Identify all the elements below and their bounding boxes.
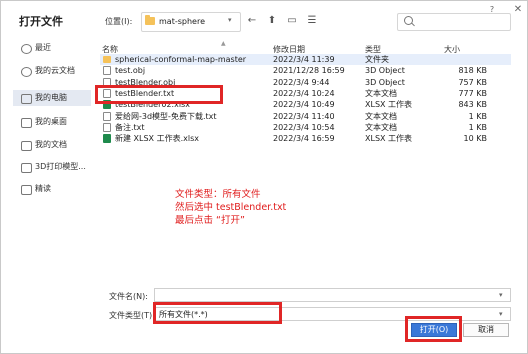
cancel-button[interactable]: 取消 <box>463 323 509 337</box>
file-date: 2022/3/4 11:40 <box>273 111 335 121</box>
location-label: 位置(I): <box>105 17 133 26</box>
file-name: 备注.txt <box>115 122 145 132</box>
annotation-highlight-file <box>95 85 223 104</box>
file-type: 文件夹 <box>365 55 389 64</box>
file-size: 818 KB <box>458 66 487 76</box>
file-date: 2022/3/4 10:49 <box>273 100 335 110</box>
file-size: 757 KB <box>458 77 487 87</box>
document-icon <box>21 141 32 151</box>
chevron-down-icon: ▾ <box>499 291 503 299</box>
computer-icon <box>21 94 32 104</box>
open-file-dialog: 打开文件 ? ✕ 位置(I): mat-sphere ▾ ← ⬆ ▭ ☰ 最近 … <box>0 0 528 354</box>
file-row[interactable]: spherical-conformal-map-master 2022/3/4 1… <box>100 54 511 65</box>
file-row[interactable]: 爱给网-3d模型-免费下载.txt 2022/3/4 11:40 文本文档 1 KB <box>100 111 511 122</box>
dialog-title: 打开文件 <box>19 15 63 28</box>
chevron-down-icon: ▾ <box>499 310 503 318</box>
folder-icon <box>103 56 111 63</box>
file-date: 2022/3/4 11:39 <box>273 55 335 64</box>
annotation-highlight-filetype <box>153 302 282 324</box>
search-icon <box>404 16 413 25</box>
sidebar-item-label: 我的桌面 <box>35 117 67 126</box>
folder-icon <box>145 15 155 25</box>
desktop-icon <box>21 118 32 128</box>
close-icon[interactable]: ✕ <box>511 3 525 17</box>
file-icon <box>103 122 111 132</box>
sidebar-item-label: 3D打印模型... <box>35 162 86 171</box>
file-date: 2022/3/4 10:54 <box>273 122 335 132</box>
sort-up-icon: ▲ <box>221 40 226 47</box>
filename-label: 文件名(N): <box>109 292 148 301</box>
annotation-line-1: 文件类型：所有文件 <box>175 189 261 200</box>
file-icon <box>103 111 111 121</box>
file-row[interactable]: 备注.txt 2022/3/4 10:54 文本文档 1 KB <box>100 122 511 133</box>
file-row[interactable]: test.obj 2021/12/28 16:59 3D Object 818 KB <box>100 65 511 76</box>
folder-icon <box>21 163 32 173</box>
folder-icon <box>21 185 32 195</box>
spreadsheet-icon <box>103 134 111 144</box>
file-name: 新建 XLSX 工作表.xlsx <box>115 134 199 144</box>
sidebar-item-desktop[interactable]: 我的桌面 <box>13 114 91 130</box>
file-name: 爱给网-3d模型-免费下载.txt <box>115 111 217 121</box>
sidebar-item-documents[interactable]: 我的文档 <box>13 137 91 153</box>
file-size: 843 KB <box>458 100 487 110</box>
file-size: 10 KB <box>463 134 487 144</box>
sidebar-item-label: 我的云文档 <box>35 66 75 75</box>
chevron-down-icon: ▾ <box>228 16 232 24</box>
file-type: 3D Object <box>365 66 405 76</box>
file-size: 1 KB <box>468 122 487 132</box>
file-type: 文本文档 <box>365 88 397 98</box>
search-input[interactable] <box>397 13 511 31</box>
new-folder-icon[interactable]: ▭ <box>285 14 299 28</box>
file-date: 2021/12/28 16:59 <box>273 66 345 76</box>
file-type: 文本文档 <box>365 122 397 132</box>
filename-field[interactable]: ▾ <box>154 288 511 302</box>
file-icon <box>103 66 111 76</box>
cloud-icon <box>21 67 32 77</box>
sidebar-item-label: 最近 <box>35 43 51 52</box>
annotation-line-2: 然后选中 testBlender.txt <box>175 202 287 213</box>
sidebar-item-label: 精读 <box>35 184 51 193</box>
file-type: 3D Object <box>365 77 405 87</box>
file-type: 文本文档 <box>365 111 397 121</box>
file-date: 2022/3/4 10:24 <box>273 88 335 98</box>
filetype-label: 文件类型(T): <box>109 311 155 320</box>
location-value: mat-sphere <box>159 17 205 26</box>
up-folder-icon[interactable]: ⬆ <box>265 14 279 28</box>
view-options-icon[interactable]: ☰ <box>305 14 319 28</box>
file-size: 1 KB <box>468 111 487 121</box>
back-arrow-icon[interactable]: ← <box>245 14 259 28</box>
sidebar-item-label: 我的文档 <box>35 140 67 149</box>
clock-icon <box>21 44 32 54</box>
file-name: spherical-conformal-map-master <box>115 55 247 64</box>
file-name: test.obj <box>115 66 146 76</box>
file-size: 777 KB <box>458 88 487 98</box>
location-dropdown[interactable]: mat-sphere ▾ <box>141 12 241 32</box>
file-type: XLSX 工作表 <box>365 100 413 110</box>
annotation-line-3: 最后点击 “打开” <box>175 215 245 226</box>
annotation-highlight-open <box>405 316 462 342</box>
sidebar-item-my-computer[interactable]: 我的电脑 <box>13 90 91 106</box>
file-row[interactable]: 新建 XLSX 工作表.xlsx 2022/3/4 16:59 XLSX 工作表 10… <box>100 133 511 144</box>
sidebar-item-label: 我的电脑 <box>35 93 67 102</box>
sidebar-item-cloud-docs[interactable]: 我的云文档 <box>13 63 91 79</box>
file-type: XLSX 工作表 <box>365 134 413 144</box>
sidebar-item-recent[interactable]: 最近 <box>13 40 91 56</box>
file-date: 2022/3/4 9:44 <box>273 77 330 87</box>
file-date: 2022/3/4 16:59 <box>273 134 335 144</box>
sidebar-item-3d-models[interactable]: 3D打印模型... <box>13 159 91 175</box>
sidebar-item-intensive-reading[interactable]: 精读 <box>13 181 91 197</box>
